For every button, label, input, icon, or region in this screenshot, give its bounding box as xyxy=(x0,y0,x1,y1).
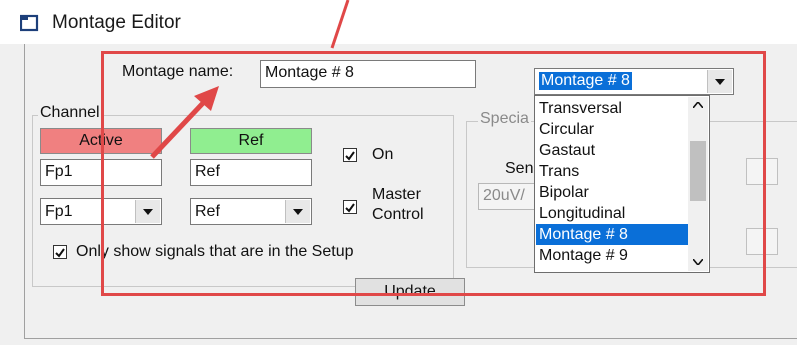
annotation-line-top xyxy=(330,0,350,49)
annotation-arrow-shaft xyxy=(150,100,206,159)
annotation-arrows xyxy=(150,0,350,159)
montage-editor-window: Montage Editor Montage name: Montage # 8… xyxy=(0,0,797,345)
